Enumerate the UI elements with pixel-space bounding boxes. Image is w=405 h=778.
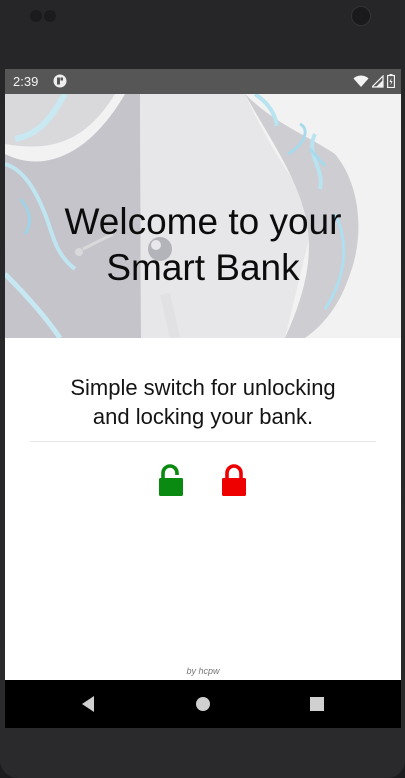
wifi-icon xyxy=(353,75,369,87)
footer-credit: by hcpw xyxy=(186,666,220,676)
status-icons xyxy=(353,74,395,88)
status-bar: 2:39 xyxy=(5,69,401,94)
hero-banner: Welcome to your Smart Bank xyxy=(5,94,401,338)
sensor-dot xyxy=(44,10,56,22)
unlock-button[interactable] xyxy=(159,464,187,496)
hero-title: Welcome to your Smart Bank xyxy=(64,201,342,288)
device-frame: 2:39 Welcome to your Smart Bank Simple s… xyxy=(0,0,405,778)
front-camera xyxy=(351,6,371,26)
recents-icon[interactable] xyxy=(305,693,329,715)
phone-screen: 2:39 Welcome to your Smart Bank Simple s… xyxy=(5,69,401,728)
navigation-bar xyxy=(5,680,401,728)
signal-icon xyxy=(372,74,384,88)
status-time: 2:39 xyxy=(13,74,39,89)
lock-button[interactable] xyxy=(221,464,249,496)
sensor-dot xyxy=(30,10,42,22)
divider xyxy=(30,441,376,442)
app-notification-icon xyxy=(53,74,67,88)
device-top-bezel xyxy=(0,0,405,60)
battery-icon xyxy=(387,74,395,88)
back-icon[interactable] xyxy=(77,693,101,715)
home-icon[interactable] xyxy=(191,693,215,715)
subtitle-text: Simple switch for unlocking and locking … xyxy=(70,375,336,429)
